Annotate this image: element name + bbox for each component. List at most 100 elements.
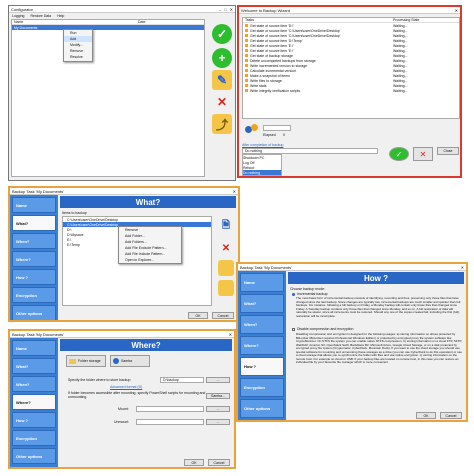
side-name[interactable]: Name (12, 340, 56, 356)
add-file-icon[interactable]: 🗎 (218, 218, 234, 234)
add-folders-icon[interactable] (218, 280, 234, 296)
side-encryption[interactable]: Encryption (240, 378, 284, 397)
task-name: Calculate incremental version (243, 69, 393, 73)
samba-settings-label: Samba... (210, 394, 225, 398)
how-cancel-button[interactable]: Cancel (440, 412, 462, 419)
menu-restore-data[interactable]: Restore Data (30, 14, 51, 18)
ok-label: OK (191, 460, 197, 465)
side-label: Other options (16, 310, 43, 316)
side-other-options[interactable]: Other options (12, 448, 56, 464)
close-icon[interactable]: ✕ (233, 189, 236, 194)
add-icon[interactable]: + (212, 48, 232, 68)
folder-storage-button[interactable]: Folder storage (66, 355, 106, 367)
side-other-options[interactable]: Other options (12, 305, 56, 320)
side-when[interactable]: When? (240, 315, 284, 334)
wizard-close-button[interactable]: Close (437, 147, 459, 155)
side-what[interactable]: What? (12, 215, 56, 231)
ctx-open-explorer[interactable]: Open in Explorer... (119, 257, 181, 263)
what-sidebar: Name What? When? Where? How ? Encryption… (10, 195, 58, 320)
task-name: Delete uncompleted backups from storage (243, 59, 393, 63)
side-how[interactable]: How ? (12, 269, 56, 285)
menu-logging[interactable]: Logging (12, 14, 24, 18)
side-name[interactable]: Name (240, 273, 284, 292)
side-name[interactable]: Name (12, 197, 56, 213)
close-icon[interactable]: ✕ (230, 7, 233, 12)
minimize-icon[interactable]: – (219, 7, 221, 12)
side-how[interactable]: How ? (12, 412, 56, 428)
column-date[interactable]: Date (138, 20, 145, 24)
wizard-task-list: Tasks Processing State Get state of sour… (242, 17, 460, 119)
wizard-stop-button[interactable]: ✕ (413, 147, 433, 161)
task-status-icon (245, 34, 248, 37)
specify-label: Specify the folder where to store backup (68, 378, 131, 382)
remove-item-icon[interactable]: ✕ (218, 240, 234, 256)
disable-label: Disable compression and encryption (297, 327, 354, 331)
remove-icon[interactable]: ✕ (212, 92, 232, 112)
side-where[interactable]: Where? (12, 251, 56, 267)
mode-label: Choose backup mode: (290, 287, 326, 291)
column-name[interactable]: Name (12, 20, 138, 24)
wizard-task-row[interactable]: Write integrity verification scripts Wait… (243, 88, 459, 93)
side-where[interactable]: Where? (12, 394, 56, 410)
task-state: Waiting... (393, 88, 408, 93)
menu-help[interactable]: Help (57, 14, 64, 18)
mount-browse-button[interactable]: ... (206, 406, 230, 412)
where-cancel-button[interactable]: Cancel (208, 459, 230, 466)
side-what[interactable]: What? (240, 294, 284, 313)
wizard-logo-icon (245, 124, 259, 134)
side-encryption[interactable]: Encryption (12, 430, 56, 446)
task-name: Write integrity verification scripts (243, 89, 393, 93)
close-icon[interactable]: ✕ (455, 8, 458, 13)
restore-folder-icon[interactable]: ⤴ (212, 114, 232, 134)
mount-input[interactable] (136, 406, 204, 412)
where-ok-button[interactable]: OK (184, 459, 204, 466)
side-how[interactable]: How ? (240, 357, 284, 376)
wizard-pause-button[interactable]: ✓ (389, 147, 409, 161)
ctx-resolve[interactable]: Resolve (64, 54, 92, 60)
what-cancel-button[interactable]: Cancel (212, 312, 234, 319)
unmount-input[interactable] (136, 419, 204, 425)
how-ok-button[interactable]: OK (416, 412, 436, 419)
side-label: When? (244, 322, 258, 327)
task-name: Get state of source item 'E:\' (243, 49, 393, 53)
advanced-format-link[interactable]: Advanced format (D) (110, 385, 142, 389)
task-state: Waiting... (393, 63, 408, 68)
path-value: D:\backup (163, 378, 179, 382)
run-icon[interactable]: ✓ (212, 24, 232, 44)
browse-button[interactable]: ... (206, 377, 230, 383)
task-row-my-documents[interactable]: My Documents (12, 25, 204, 30)
samba-settings-button[interactable]: Samba... (206, 393, 230, 399)
samba-button[interactable]: Samba (110, 355, 150, 367)
close-icon[interactable]: ✕ (461, 265, 464, 270)
backup-path-input[interactable]: D:\backup (160, 377, 204, 383)
maximize-icon[interactable]: □ (224, 7, 226, 12)
what-context-menu: Remove Add Folder... Add Folders... Add … (118, 226, 182, 264)
close-icon[interactable]: ✕ (229, 332, 232, 337)
task-label: Delete uncompleted backups from storage (250, 58, 316, 63)
side-encryption[interactable]: Encryption (12, 287, 56, 303)
side-label: Name (16, 202, 27, 208)
column-processing-state[interactable]: Processing State (393, 18, 419, 22)
what-ok-button[interactable]: OK (188, 312, 208, 319)
disable-compression-checkbox[interactable]: Disable compression and encryption (292, 327, 353, 331)
side-label: Where? (16, 399, 31, 405)
side-when[interactable]: When? (12, 233, 56, 249)
side-where[interactable]: Where? (240, 336, 284, 355)
modify-icon[interactable]: ✎ (212, 70, 232, 90)
side-what[interactable]: What? (12, 358, 56, 374)
task-state: Waiting... (393, 83, 408, 88)
task-state: Waiting... (393, 73, 408, 78)
add-folder-icon[interactable] (218, 260, 234, 276)
after-completion-options: Shutdown PC Log Off Reboot Do nothing (242, 154, 282, 176)
task-name: Get state of source item 'E:\' (243, 44, 393, 48)
elapsed-label: Elapsed (263, 133, 276, 137)
task-name: Get state of source item 'C:\Users\user\… (243, 34, 393, 38)
task-name: Get state of source item 'C:\Users\user\… (243, 29, 393, 33)
column-tasks[interactable]: Tasks (243, 18, 393, 22)
side-when[interactable]: When? (12, 376, 56, 392)
side-other-options[interactable]: Other options (240, 399, 284, 418)
side-label: How ? (16, 274, 28, 280)
task-state: Waiting... (393, 48, 408, 53)
option-do-nothing[interactable]: Do nothing (243, 170, 281, 175)
unmount-browse-button[interactable]: ... (206, 419, 230, 425)
